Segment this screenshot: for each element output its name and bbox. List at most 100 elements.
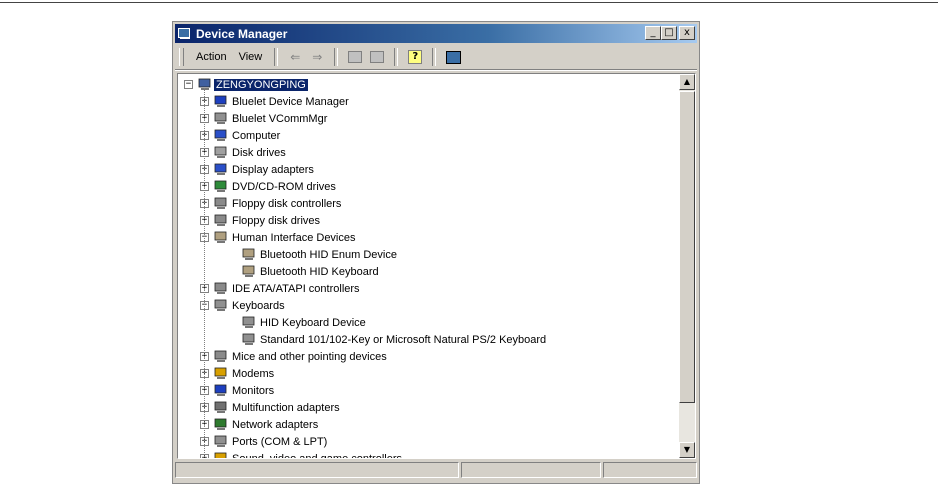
monitor-icon (214, 95, 228, 108)
tree-expander[interactable]: − (184, 80, 193, 89)
disk-drive-icon (214, 146, 228, 159)
cdrom-icon (214, 180, 228, 193)
status-panel-main (175, 462, 459, 478)
title-bar[interactable]: Device Manager _ □ x (175, 24, 697, 43)
tree-item[interactable]: + Display adapters (178, 161, 680, 178)
tree-item[interactable]: + Floppy disk drives (178, 212, 680, 229)
toolbar-separator (334, 48, 339, 66)
minimize-button[interactable]: _ (645, 26, 661, 40)
scroll-up-button[interactable]: ▲ (679, 74, 695, 90)
tree-item[interactable]: + Mice and other pointing devices (178, 348, 680, 365)
tree-connector-line (204, 88, 205, 458)
network-adapter-icon (214, 418, 228, 431)
display-adapter-icon (214, 163, 228, 176)
tree-root-row[interactable]: − ZENGYONGPING (178, 76, 680, 93)
tree-item-label: Human Interface Devices (232, 231, 356, 244)
console-tree-icon (370, 51, 385, 63)
floppy-controller-icon (214, 197, 228, 210)
tree-item[interactable]: + Ports (COM & LPT) (178, 433, 680, 450)
status-panel-2 (461, 462, 601, 478)
device-manager-icon (178, 27, 192, 40)
tree-item-label: Display adapters (232, 163, 314, 176)
root-computer-icon (198, 78, 212, 91)
toolbar-grip[interactable] (179, 48, 184, 66)
tree-item[interactable]: + Computer (178, 127, 680, 144)
status-bar (175, 462, 697, 480)
help-button[interactable]: ? (405, 48, 425, 66)
tree-item[interactable]: + Bluelet Device Manager (178, 93, 680, 110)
ide-icon (214, 282, 228, 295)
back-arrow-icon: ⇐ (290, 50, 301, 64)
computer-icon (214, 129, 228, 142)
tree-item[interactable]: + Disk drives (178, 144, 680, 161)
forward-button[interactable]: ⇒ (307, 48, 327, 66)
tree-item[interactable]: + Modems (178, 365, 680, 382)
hid-icon (242, 265, 256, 278)
multifunction-icon (214, 401, 228, 414)
tree-item-label: Network adapters (232, 418, 319, 431)
scan-hardware-icon (445, 50, 461, 64)
toolbar-separator (432, 48, 437, 66)
tree-item[interactable]: + Floppy disk controllers (178, 195, 680, 212)
tree-item[interactable]: − Keyboards (178, 297, 680, 314)
scan-hardware-button[interactable] (443, 48, 463, 66)
back-button[interactable]: ⇐ (285, 48, 305, 66)
tree-item[interactable]: + Monitors (178, 382, 680, 399)
tree-child-label: Bluetooth HID Enum Device (260, 248, 397, 261)
tree-root-label: ZENGYONGPING (214, 78, 308, 91)
caption-buttons: _ □ x (645, 26, 695, 40)
scroll-thumb[interactable] (679, 91, 695, 403)
tree-child-item[interactable]: Bluetooth HID Enum Device (178, 246, 680, 263)
tree-item-label: Monitors (232, 384, 275, 397)
tree-item-label: IDE ATA/ATAPI controllers (232, 282, 360, 295)
up-one-level-button[interactable] (345, 48, 365, 66)
tree-item-label: Bluelet Device Manager (232, 95, 349, 108)
device-manager-window: Device Manager _ □ x Action View ⇐ ⇒ ? −… (172, 21, 700, 484)
maximize-button[interactable]: □ (661, 26, 677, 40)
monitor-icon (214, 384, 228, 397)
forward-arrow-icon: ⇒ (312, 50, 323, 64)
device-tree-pane[interactable]: − ZENGYONGPING + Bluelet Device Manager + Blu… (177, 73, 696, 459)
page-top-rule (0, 2, 938, 3)
tree-child-item[interactable]: Standard 101/102-Key or Microsoft Natura… (178, 331, 680, 348)
tree-item-label: Floppy disk controllers (232, 197, 342, 210)
keyboard-icon (242, 316, 256, 329)
hid-icon (242, 248, 256, 261)
vertical-scrollbar[interactable]: ▲ ▼ (679, 74, 695, 458)
tree-item[interactable]: + Bluelet VCommMgr (178, 110, 680, 127)
keyboard-icon (214, 299, 228, 312)
tree-child-label: Standard 101/102-Key or Microsoft Natura… (260, 333, 547, 346)
tree-item[interactable]: + Multifunction adapters (178, 399, 680, 416)
tree-item-label: Sound, video and game controllers (232, 452, 402, 459)
status-panel-3 (603, 462, 697, 478)
tree-item[interactable]: − Human Interface Devices (178, 229, 680, 246)
window-title: Device Manager (196, 26, 288, 41)
tree-item-label: Bluelet VCommMgr (232, 112, 328, 125)
tree-item[interactable]: + Network adapters (178, 416, 680, 433)
tree-child-item[interactable]: HID Keyboard Device (178, 314, 680, 331)
floppy-drive-icon (214, 214, 228, 227)
tree-item-label: Floppy disk drives (232, 214, 321, 227)
sound-icon (214, 452, 228, 458)
modem-icon (214, 367, 228, 380)
device-tree: − ZENGYONGPING + Bluelet Device Manager + Blu… (178, 76, 680, 459)
tree-child-item[interactable]: Bluetooth HID Keyboard (178, 263, 680, 280)
scroll-down-button[interactable]: ▼ (679, 442, 695, 458)
tree-item[interactable]: + IDE ATA/ATAPI controllers (178, 280, 680, 297)
close-button[interactable]: x (679, 26, 695, 40)
toolbar-separator (274, 48, 279, 66)
tree-item-label: DVD/CD-ROM drives (232, 180, 336, 193)
menu-view[interactable]: View (233, 49, 269, 65)
keyboard-icon (242, 333, 256, 346)
menu-action[interactable]: Action (190, 49, 233, 65)
tree-item-label: Keyboards (232, 299, 285, 312)
toolbar: Action View ⇐ ⇒ ? (175, 45, 697, 70)
toolbar-separator (394, 48, 399, 66)
show-hide-tree-button[interactable] (367, 48, 387, 66)
tree-child-label: HID Keyboard Device (260, 316, 366, 329)
mouse-icon (214, 350, 228, 363)
hid-icon (214, 231, 228, 244)
tree-item[interactable]: + Sound, video and game controllers (178, 450, 680, 459)
tree-item[interactable]: + DVD/CD-ROM drives (178, 178, 680, 195)
connector-icon (214, 112, 228, 125)
